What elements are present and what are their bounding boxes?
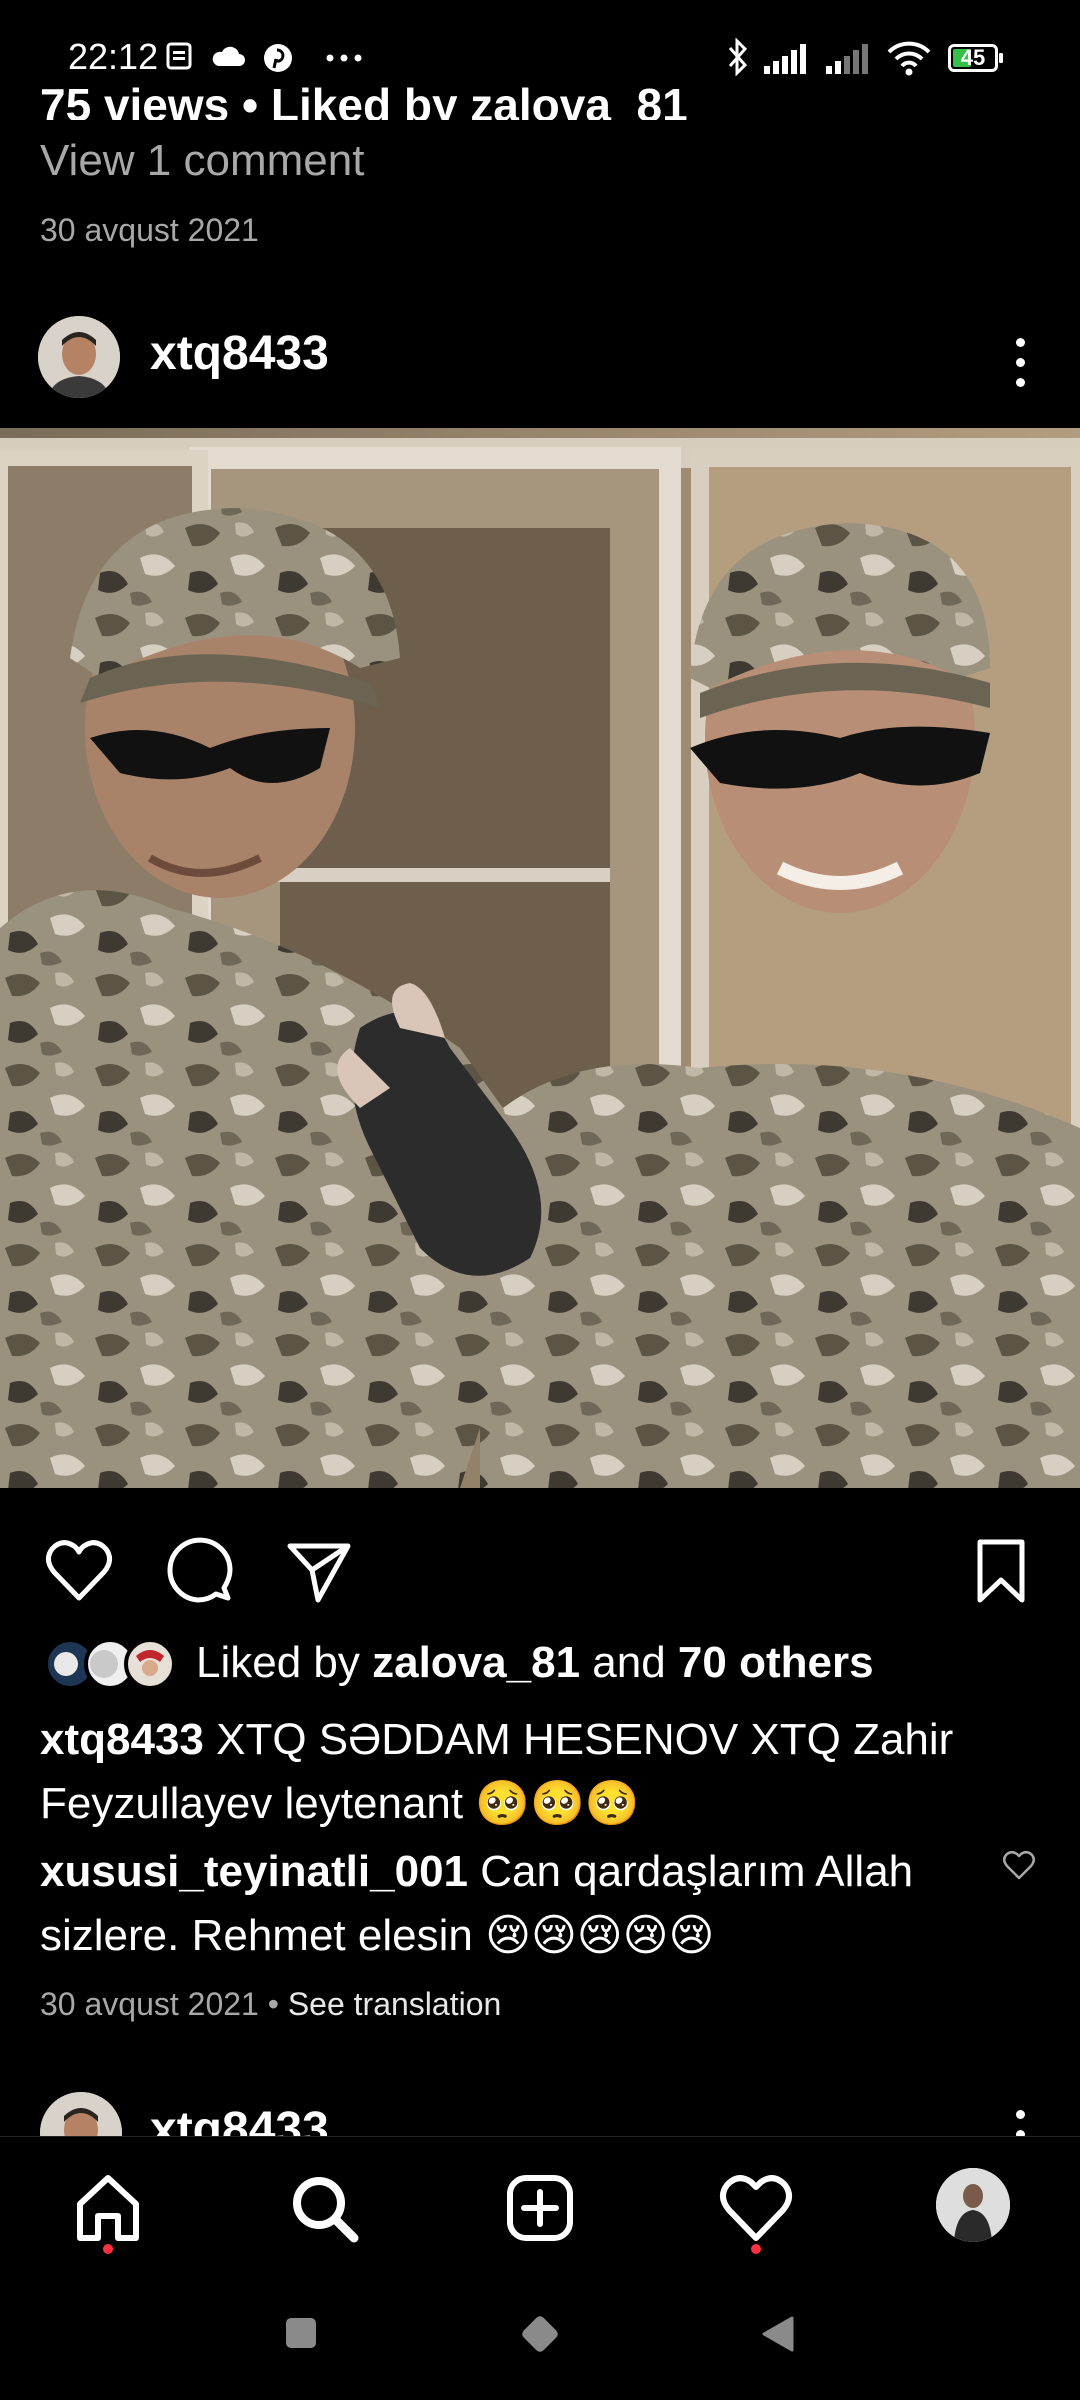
comment-username[interactable]: xususi_teyinatli_001	[40, 1847, 468, 1896]
bookmark-icon[interactable]	[966, 1536, 1036, 1606]
like-heart-icon[interactable]	[44, 1536, 114, 1606]
liked-by-and: and	[580, 1638, 678, 1687]
previous-post-views: 75 views • Liked by zalova_81	[40, 79, 688, 120]
previous-post-date: 30 avqust 2021	[40, 212, 259, 248]
post-author-username[interactable]: xtq8433	[150, 326, 329, 381]
comment-icon[interactable]	[164, 1536, 234, 1606]
view-comments-link[interactable]: View 1 comment	[40, 136, 364, 186]
signal-icon	[764, 44, 806, 74]
activity-notification-dot	[751, 2244, 761, 2254]
search-icon[interactable]	[284, 2168, 364, 2248]
battery-icon: 45	[948, 44, 1003, 72]
comment-like-heart-icon[interactable]	[1002, 1848, 1036, 1882]
liked-by-others[interactable]: 70 others	[678, 1638, 874, 1687]
see-translation-link[interactable]: See translation	[288, 1986, 501, 2022]
post-meta: 30 avqust 2021 • See translation	[40, 1986, 501, 2023]
post-comment: xususi_teyinatli_001 Can qardaşlarım All…	[40, 1840, 990, 1968]
sim-card-icon	[166, 42, 192, 70]
post-author-avatar[interactable]	[38, 316, 120, 398]
post-date: 30 avqust 2021	[40, 1986, 259, 2022]
cloud-icon	[212, 46, 245, 66]
recent-apps-icon[interactable]	[284, 2316, 318, 2350]
activity-heart-icon[interactable]	[716, 2168, 796, 2248]
create-post-icon[interactable]	[500, 2168, 580, 2248]
share-send-icon[interactable]	[284, 1536, 354, 1606]
signal-icon	[826, 44, 868, 74]
battery-level: 45	[960, 45, 986, 70]
post-image[interactable]	[0, 428, 1080, 1488]
more-dots-icon	[326, 54, 362, 62]
liked-by-username[interactable]: zalova_81	[372, 1638, 580, 1687]
home-notification-dot	[103, 2244, 113, 2254]
liked-by-text[interactable]: Liked by zalova_81 and 70 others	[196, 1638, 874, 1688]
home-button-icon[interactable]	[516, 2310, 564, 2358]
home-icon[interactable]	[68, 2168, 148, 2248]
liked-by-prefix: Liked by	[196, 1638, 373, 1687]
profile-avatar[interactable]	[936, 2168, 1010, 2242]
bluetooth-icon	[728, 38, 748, 76]
post-options-icon[interactable]	[1014, 338, 1026, 398]
wifi-icon	[887, 41, 931, 76]
post-caption: xtq8433 XTQ SƏDDAM HESENOV XTQ Zahir Fey…	[40, 1708, 1040, 1836]
back-button-icon[interactable]	[760, 2314, 796, 2354]
caption-username[interactable]: xtq8433	[40, 1715, 204, 1764]
liked-by-avatars[interactable]	[40, 1636, 180, 1692]
meta-separator: •	[258, 1986, 288, 2022]
